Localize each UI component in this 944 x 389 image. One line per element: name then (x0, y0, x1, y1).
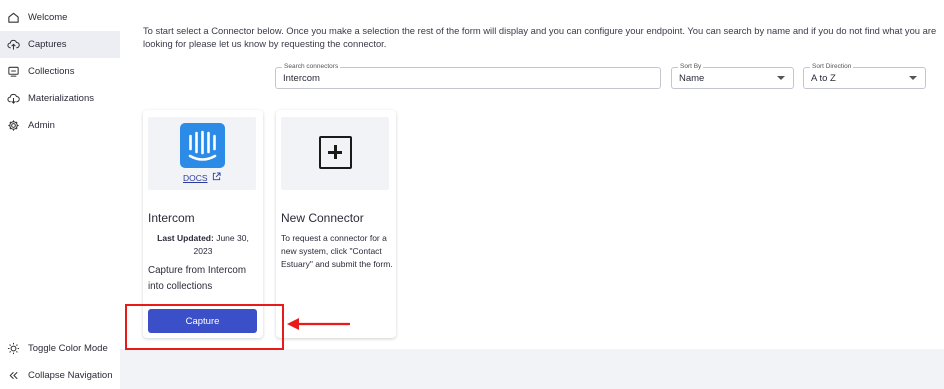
search-connectors-value: Intercom (283, 73, 320, 84)
nav-captures-label: Captures (28, 39, 67, 50)
arrow-left-icon (286, 316, 352, 337)
sort-direction-select[interactable]: Sort Direction A to Z (803, 62, 926, 89)
highlight-box (125, 304, 284, 350)
last-updated: Last Updated: June 30, 2023 (148, 232, 258, 258)
intercom-description: Capture from Intercom into collections (148, 265, 247, 292)
intercom-logo (180, 123, 225, 168)
sidebar: Welcome Captures Collections Materializa… (0, 0, 120, 389)
sun-icon (6, 342, 20, 356)
intro-text: To start select a Connector below. Once … (143, 25, 937, 49)
docs-link[interactable]: DOCS (183, 172, 221, 183)
plus-box-icon (319, 136, 352, 169)
new-connector-thumbnail (281, 117, 389, 190)
toggle-color-mode[interactable]: Toggle Color Mode (0, 335, 120, 362)
intercom-title: Intercom (148, 211, 195, 225)
toggle-color-mode-label: Toggle Color Mode (28, 343, 108, 354)
last-updated-label: Last Updated: (157, 233, 214, 243)
nav-materializations-label: Materializations (28, 93, 94, 104)
new-connector-title: New Connector (281, 211, 364, 225)
collections-icon (6, 65, 20, 79)
nav-welcome-label: Welcome (28, 12, 68, 23)
nav-admin[interactable]: Admin (0, 112, 120, 139)
search-connectors-label: Search connectors (282, 62, 341, 71)
docs-link-label: DOCS (183, 172, 208, 183)
double-chevron-left-icon (6, 369, 20, 383)
nav-captures[interactable]: Captures (0, 31, 120, 58)
sort-by-select[interactable]: Sort By Name (671, 62, 794, 89)
home-icon (6, 11, 20, 25)
intercom-thumbnail: DOCS (148, 117, 256, 190)
nav-materializations[interactable]: Materializations (0, 85, 120, 112)
chevron-down-icon (909, 76, 917, 80)
new-connector-card[interactable]: New Connector To request a connector for… (276, 110, 396, 338)
nav-collections[interactable]: Collections (0, 58, 120, 85)
new-connector-description: To request a connector for a new system,… (281, 233, 393, 269)
cloud-upload-icon (6, 38, 20, 52)
search-connectors-input[interactable]: Search connectors Intercom (275, 62, 661, 89)
gear-icon (6, 119, 20, 133)
sort-direction-value: A to Z (811, 73, 836, 84)
sort-direction-label: Sort Direction (810, 62, 854, 71)
nav-welcome[interactable]: Welcome (0, 4, 120, 31)
sort-by-value: Name (679, 73, 705, 84)
collapse-navigation[interactable]: Collapse Navigation (0, 362, 120, 389)
nav-admin-label: Admin (28, 120, 55, 131)
sort-by-label: Sort By (678, 62, 704, 71)
external-link-icon (212, 172, 221, 183)
nav-collections-label: Collections (28, 66, 75, 77)
chevron-down-icon (777, 76, 785, 80)
collapse-navigation-label: Collapse Navigation (28, 370, 113, 381)
bottom-strip (120, 349, 944, 389)
cloud-download-icon (6, 92, 20, 106)
